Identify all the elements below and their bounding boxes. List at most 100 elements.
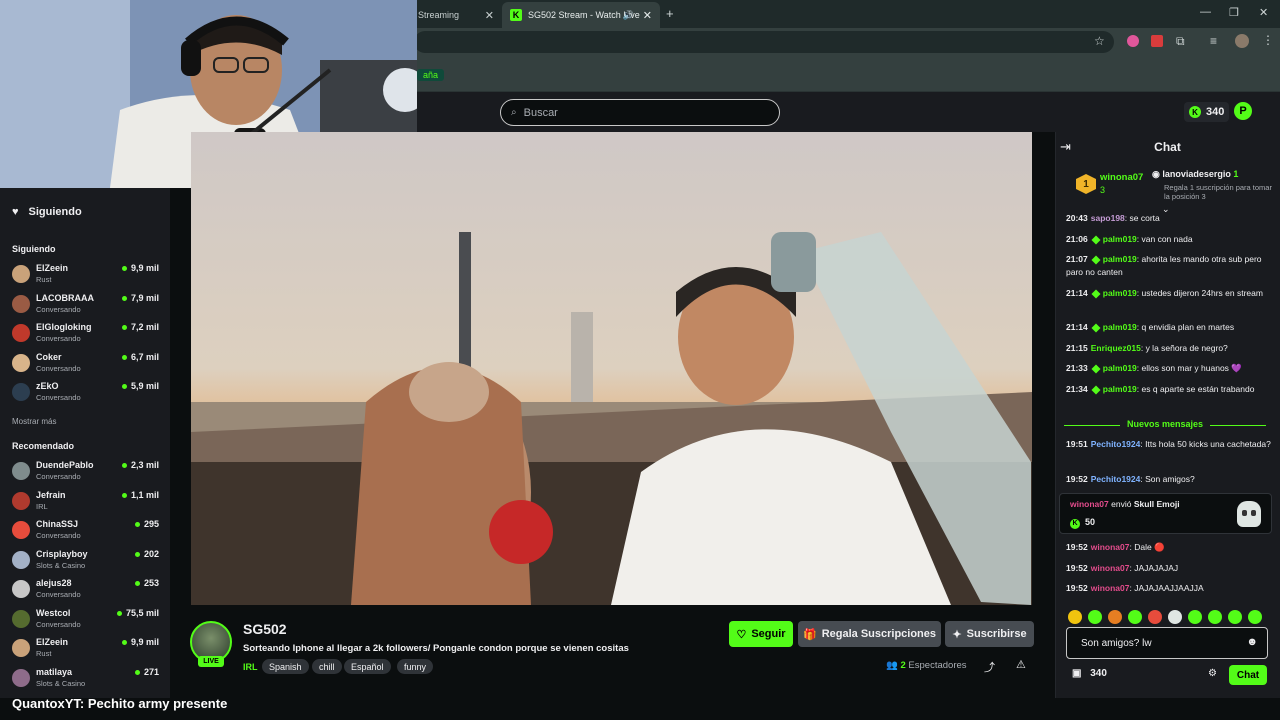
sidebar-channel-item[interactable]: matilaya Slots & Casino 271 [12,666,162,694]
maximize-icon[interactable]: ❐ [1229,6,1239,19]
report-icon[interactable]: ⚠ [1016,658,1026,671]
show-more-link[interactable]: Mostrar más [12,417,56,426]
channel-category: Conversando [36,363,81,373]
second-user-name: lanoviadesergio [1162,169,1231,179]
browser-tab-active[interactable]: K SG502 Stream - Watch Live 🔊 ✕ [502,2,660,28]
extension-icon[interactable] [1151,35,1163,47]
chat-message: 21:06 palm019: van con nada [1066,234,1193,245]
sidebar-channel-item[interactable]: ElZeein Rust 9,9 mil [12,636,162,664]
emote-icon[interactable] [1088,610,1102,624]
subscribe-button[interactable]: ✦ Suscribirse [945,621,1034,647]
message-text: JAJAJAJAJ [1134,563,1179,573]
emote-icon[interactable] [1108,610,1122,624]
message-user[interactable]: winona07 [1091,583,1130,593]
following-header[interactable]: ♥ Siguiendo [12,206,82,218]
message-time: 21:06 [1066,234,1088,244]
tag-chip[interactable]: Spanish [262,659,309,674]
channel-name: LACOBRAAA [36,292,94,303]
profile-badge[interactable]: P [1234,102,1252,120]
rank-badge: 1 [1076,174,1096,194]
sidebar-channel-item[interactable]: Westcol Conversando 75,5 mil [12,607,162,635]
profile-avatar[interactable] [1235,34,1249,48]
sidebar-channel-item[interactable]: ElGlogloking Conversando 7,2 mil [12,321,162,349]
share-icon[interactable]: ⤴ [984,659,995,675]
emote-icon[interactable] [1068,610,1082,624]
message-user[interactable]: winona07 [1091,563,1130,573]
avatar [12,462,30,480]
emote-icon[interactable] [1168,610,1182,624]
message-user[interactable]: palm019 [1103,384,1137,394]
menu-dots-icon[interactable]: ⋮ [1262,33,1274,47]
message-user[interactable]: palm019 [1103,322,1137,332]
message-user[interactable]: Pechito1924 [1091,439,1141,449]
gift-subs-button[interactable]: 🎁 Regala Suscripciones [798,621,941,647]
emote-icon[interactable] [1188,610,1202,624]
search-input[interactable]: ⌕ Buscar [500,99,780,126]
minimize-icon[interactable]: — [1200,6,1211,18]
puzzle-icon[interactable]: ⧉ [1176,34,1185,49]
channel-category: Conversando [36,472,81,481]
emote-icon[interactable] [1208,610,1222,624]
leader-user[interactable]: winona07 [1100,172,1143,183]
sidebar-channel-item[interactable]: LACOBRAAA Conversando 7,9 mil [12,292,162,320]
tab-close-icon[interactable]: ✕ [643,9,652,22]
sidebar-channel-item[interactable]: ElZeein Rust 9,9 mil [12,262,162,290]
media-icon[interactable]: ≡ [1210,34,1217,48]
gift-leaderboard: 1 winona07 3 ◉ lanoviadesergio 1 Regala … [1070,165,1272,214]
tag-chip[interactable]: funny [397,659,434,674]
sidebar-channel-item[interactable]: alejus28 Conversando 253 [12,577,162,605]
emote-icon[interactable] [1228,610,1242,624]
following-label: Siguiendo [28,206,82,218]
sidebar-channel-item[interactable]: Coker Conversando 6,7 mil [12,351,162,379]
message-user[interactable]: winona07 [1091,542,1130,552]
message-user[interactable]: Enriquez015 [1091,343,1141,353]
sidebar-channel-item[interactable]: zEkO Conversando 5,9 mil [12,380,162,408]
recommended-section-title: Recomendado [12,441,75,451]
message-user[interactable]: Pechito1924 [1091,474,1141,484]
message-user[interactable]: palm019 [1103,363,1137,373]
gift-user[interactable]: winona07 [1070,499,1109,509]
chat-balance[interactable]: ▣ 340 [1072,668,1107,679]
channel-name[interactable]: SG502 [243,621,287,637]
sidebar-channel-item[interactable]: DuendePablo Conversando 2,3 mil [12,459,162,487]
message-time: 21:07 [1066,254,1088,264]
bookmark-star-icon[interactable]: ☆ [1094,34,1105,48]
message-user[interactable]: palm019 [1103,254,1137,264]
tab-close-icon[interactable]: ✕ [485,9,494,22]
emote-icon[interactable] [1128,610,1142,624]
sidebar-channel-item[interactable]: Crisplayboy Slots & Casino 202 [12,548,162,576]
kicks-balance[interactable]: K 340 [1184,102,1230,122]
stream-category[interactable]: IRL [243,662,258,672]
bookmark-item[interactable]: aña [417,69,445,81]
channel-name: Coker [36,351,62,362]
chat-input[interactable]: Son amigos? lw ☻ [1066,627,1268,659]
emoji-picker-icon[interactable]: ☻ [1246,636,1258,648]
emote-icon[interactable] [1148,610,1162,624]
tag-chip[interactable]: chill [312,659,342,674]
speaker-icon[interactable]: 🔊 [623,10,634,21]
close-window-icon[interactable]: ✕ [1259,6,1268,19]
emote-icon[interactable] [1248,610,1262,624]
channel-name: alejus28 [36,578,72,588]
viewer-count: 2,3 mil [122,460,159,470]
url-field[interactable] [414,31,1114,53]
chat-title: Chat [1154,140,1181,154]
gear-icon[interactable]: ⚙ [1208,668,1217,679]
extension-icon[interactable] [1127,35,1139,47]
second-user[interactable]: ◉ lanoviadesergio 1 [1152,169,1238,180]
follow-button[interactable]: ♡ Seguir [729,621,793,647]
gift-item: Skull Emoji [1133,499,1180,509]
tag-chip[interactable]: Español [344,659,391,674]
sidebar-channel-item[interactable]: Jefrain IRL 1,1 mil [12,489,162,517]
chat-send-button[interactable]: Chat [1229,665,1267,685]
message-user[interactable]: palm019 [1103,234,1137,244]
message-user[interactable]: palm019 [1103,288,1137,298]
browser-tab-streaming[interactable]: Streaming ✕ [410,2,502,28]
kicks-count: 340 [1206,106,1225,118]
message-time: 21:14 [1066,322,1088,332]
video-player[interactable] [191,132,1032,605]
new-tab-icon[interactable]: + [666,6,674,21]
message-user[interactable]: sapo198 [1091,213,1125,223]
sidebar-channel-item[interactable]: ChinaSSJ Conversando 295 [12,518,162,546]
gift-text: winona07 envió Skull Emoji [1070,499,1180,509]
